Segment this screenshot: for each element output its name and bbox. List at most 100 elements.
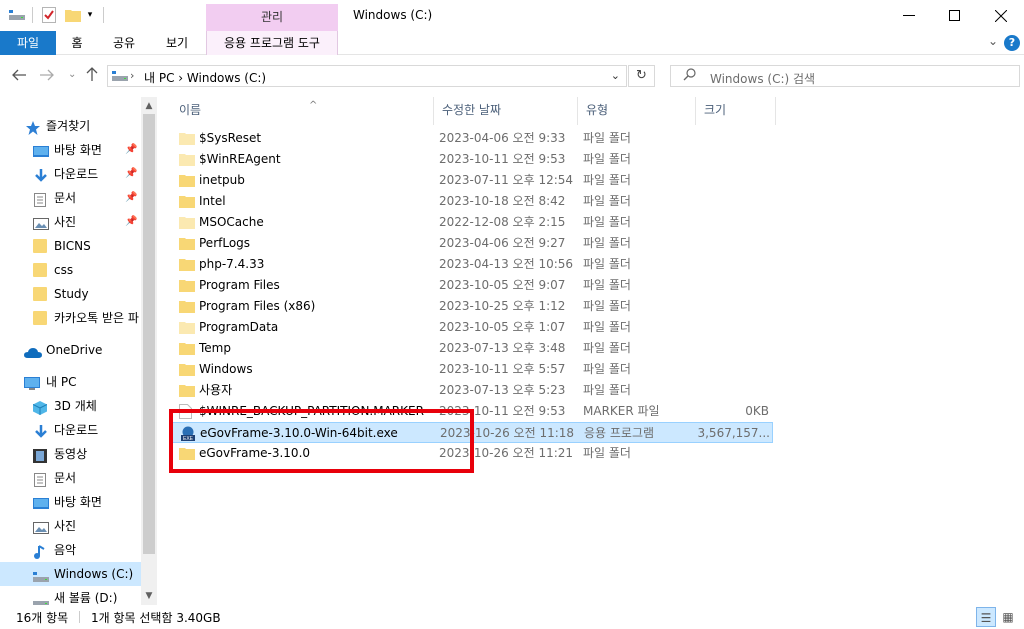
star-icon (26, 119, 42, 135)
nav-onedrive[interactable]: OneDrive (0, 338, 141, 362)
file-row[interactable]: Program Files (x86) 2023-10-25 오후 1:12 파일 … (172, 296, 773, 317)
details-view-button[interactable]: ☰ (976, 607, 996, 627)
file-row[interactable]: Program Files 2023-10-05 오전 9:07 파일 폴더 (172, 275, 773, 296)
file-row[interactable]: $WinREAgent 2023-10-11 오전 9:53 파일 폴더 (172, 149, 773, 170)
file-date: 2023-07-13 오후 3:48 (439, 341, 566, 355)
tab-view[interactable]: 보기 (159, 31, 195, 55)
nav-videos[interactable]: 동영상 (0, 442, 141, 466)
nav-this-pc[interactable]: 내 PC (0, 370, 141, 394)
file-name: Program Files (x86) (199, 299, 316, 313)
file-row[interactable]: 사용자 2023-07-13 오후 5:23 파일 폴더 (172, 380, 773, 401)
nav-desktop[interactable]: 바탕 화면 📌 (0, 138, 141, 162)
window-title: Windows (C:) (353, 8, 433, 22)
search-input[interactable]: Windows (C:) 검색 (710, 70, 815, 87)
scroll-thumb[interactable] (143, 114, 155, 554)
navigation-pane: 즐겨찾기 바탕 화면 📌 다운로드 📌 문서 📌 사진 📌 BICNS css … (0, 97, 157, 605)
large-icons-view-button[interactable]: ▦ (998, 607, 1018, 627)
film-icon (33, 447, 49, 463)
file-date: 2023-04-06 오전 9:27 (439, 236, 566, 250)
up-arrow-icon[interactable] (86, 67, 98, 85)
search-box[interactable]: Windows (C:) 검색 (670, 65, 1020, 87)
download-icon (33, 167, 49, 182)
file-row[interactable]: PerfLogs 2023-04-06 오전 9:27 파일 폴더 (172, 233, 773, 254)
manage-tab[interactable]: 관리 (206, 4, 338, 31)
customize-toolbar-icon[interactable]: ▾ (84, 6, 96, 24)
scroll-up-icon[interactable]: ▲ (141, 101, 157, 111)
chevron-down-icon[interactable]: ⌄ (611, 69, 620, 82)
file-size: 0KB (745, 404, 769, 418)
column-header-size[interactable]: 크기 (696, 97, 776, 125)
file-row[interactable]: php-7.4.33 2023-04-13 오전 10:56 파일 폴더 (172, 254, 773, 275)
file-row[interactable]: Intel 2023-10-18 오전 8:42 파일 폴더 (172, 191, 773, 212)
cloud-icon (24, 343, 42, 358)
pin-icon: 📌 (125, 144, 138, 155)
drive-icon (33, 591, 49, 605)
nav-scrollbar[interactable]: ▲ ▼ (141, 97, 157, 605)
file-row[interactable]: ProgramData 2023-10-05 오후 1:07 파일 폴더 (172, 317, 773, 338)
file-type: 파일 폴더 (583, 173, 631, 187)
nav-3d-objects[interactable]: 3D 개체 (0, 394, 141, 418)
recent-locations-icon[interactable]: ⌄ (68, 69, 76, 80)
folder-icon (179, 341, 195, 355)
file-type: 파일 폴더 (583, 215, 631, 229)
nav-downloads[interactable]: 다운로드 📌 (0, 162, 141, 186)
expand-ribbon-icon[interactable]: ⌄ (988, 34, 998, 48)
tab-home[interactable]: 홈 (63, 31, 91, 55)
file-row[interactable]: Windows 2023-10-11 오후 5:57 파일 폴더 (172, 359, 773, 380)
file-type: 파일 폴더 (583, 278, 631, 292)
file-row[interactable]: Temp 2023-07-13 오후 3:48 파일 폴더 (172, 338, 773, 359)
column-header-date[interactable]: 수정한 날짜 (434, 97, 578, 125)
folder-icon (179, 383, 195, 397)
nav-volume-d[interactable]: 새 볼륨 (D:) (0, 586, 141, 605)
breadcrumb[interactable]: 내 PC › Windows (C:) (144, 69, 266, 86)
music-note-icon (33, 543, 49, 559)
tab-application-tools[interactable]: 응용 프로그램 도구 (206, 31, 338, 55)
folder-icon (179, 131, 195, 145)
nav-windows-c[interactable]: Windows (C:) (0, 562, 141, 586)
nav-pc-desktop[interactable]: 바탕 화면 (0, 490, 141, 514)
file-name: $SysReset (199, 131, 262, 145)
nav-study[interactable]: Study (0, 282, 141, 306)
pin-icon: 📌 (125, 216, 138, 227)
picture-icon (33, 215, 49, 230)
column-header-name[interactable]: 이름 ^ (171, 97, 434, 125)
pin-icon: 📌 (125, 168, 138, 179)
file-row[interactable]: MSOCache 2022-12-08 오후 2:15 파일 폴더 (172, 212, 773, 233)
desktop-icon (33, 495, 49, 509)
nav-documents[interactable]: 문서 📌 (0, 186, 141, 210)
tab-file[interactable]: 파일 (0, 31, 56, 55)
folder-icon (179, 299, 195, 313)
address-bar[interactable]: › 내 PC › Windows (C:) ⌄ (107, 65, 627, 87)
nav-kakaotalk[interactable]: 카카오톡 받은 파 (0, 306, 141, 330)
minimize-button[interactable] (886, 0, 932, 31)
file-date: 2023-10-11 오후 5:57 (439, 362, 566, 376)
help-icon[interactable]: ? (1004, 35, 1020, 51)
close-button[interactable] (978, 0, 1024, 31)
refresh-button[interactable]: ↻ (628, 65, 655, 87)
nav-music[interactable]: 음악 (0, 538, 141, 562)
nav-pc-downloads[interactable]: 다운로드 (0, 418, 141, 442)
nav-css[interactable]: css (0, 258, 141, 282)
file-type: 파일 폴더 (583, 320, 631, 334)
nav-bicns[interactable]: BICNS (0, 234, 141, 258)
file-name: Program Files (199, 278, 280, 292)
back-arrow-icon[interactable] (12, 67, 26, 85)
file-row[interactable]: $SysReset 2023-04-06 오전 9:33 파일 폴더 (172, 128, 773, 149)
document-icon (33, 191, 49, 207)
nav-quick-access[interactable]: 즐겨찾기 (0, 114, 141, 138)
tab-share[interactable]: 공유 (106, 31, 142, 55)
properties-icon[interactable] (40, 6, 58, 24)
breadcrumb-chevron-icon: › (130, 69, 135, 82)
new-folder-icon[interactable] (64, 6, 82, 24)
nav-pictures[interactable]: 사진 📌 (0, 210, 141, 234)
nav-pc-pictures[interactable]: 사진 (0, 514, 141, 538)
file-row[interactable]: inetpub 2023-07-11 오후 12:54 파일 폴더 (172, 170, 773, 191)
maximize-button[interactable] (932, 0, 978, 31)
file-date: 2023-07-11 오후 12:54 (439, 173, 574, 187)
forward-arrow-icon[interactable] (40, 67, 54, 85)
column-header-type[interactable]: 유형 (578, 97, 696, 125)
scroll-down-icon[interactable]: ▼ (141, 591, 157, 601)
nav-pc-documents[interactable]: 문서 (0, 466, 141, 490)
folder-icon (33, 263, 47, 277)
item-count: 16개 항목 (16, 611, 69, 625)
